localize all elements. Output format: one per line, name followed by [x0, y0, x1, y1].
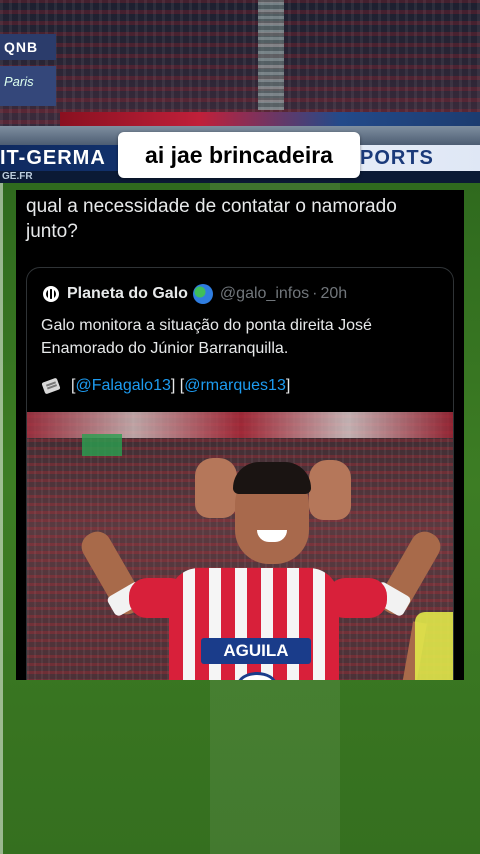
- tweet-reply-text: qual a necessidade de contatar o namorad…: [26, 196, 397, 242]
- author-avatar[interactable]: [41, 284, 61, 304]
- globe-icon: [192, 284, 213, 304]
- newspaper-icon: [41, 378, 63, 394]
- mention-link-falagalo13[interactable]: @Falagalo13: [75, 377, 170, 395]
- separator-dot: ·: [312, 285, 318, 302]
- tweet-timestamp[interactable]: 20h: [320, 285, 347, 303]
- referee-figure: [415, 612, 453, 680]
- jersey-sponsor: AGUILA: [201, 638, 311, 664]
- bracket-close-2: ]: [285, 377, 291, 394]
- sponsor-board-qnb: QNB: [0, 34, 56, 60]
- sponsor-board-paris: Paris: [0, 66, 56, 106]
- video-caption: ai jae brincadeira: [118, 132, 360, 178]
- quoted-tweet-body: Galo monitora a situação do ponta direit…: [41, 317, 372, 357]
- player-hair: [233, 462, 311, 494]
- pitchside-board-left-text: IT-GERMA: [0, 147, 106, 169]
- pitchside-sub-board-text: GE.FR: [2, 171, 33, 182]
- quoted-tweet-credits: [@Falagalo13] [@rmarques13]: [41, 377, 290, 395]
- player-right-hand: [309, 460, 351, 520]
- bracket-open-2: [: [175, 377, 185, 394]
- player-figure: AGUILA: [76, 438, 446, 680]
- stadium-stairs: [258, 0, 284, 110]
- author-name[interactable]: Planeta do Galo: [67, 285, 188, 303]
- tweet-photo[interactable]: AGUILA: [27, 412, 453, 680]
- quoted-tweet-header: Planeta do Galo @galo_infos · 20h: [41, 282, 347, 306]
- led-ad-strip: [60, 112, 480, 126]
- author-handle[interactable]: @galo_infos: [220, 285, 309, 303]
- quoted-tweet[interactable]: Planeta do Galo @galo_infos · 20h Galo m…: [26, 267, 454, 680]
- mention-link-rmarques13[interactable]: @rmarques13: [184, 377, 286, 395]
- pitchside-board-right-text: PORTS: [360, 147, 434, 169]
- tweet-card[interactable]: qual a necessidade de contatar o namorad…: [16, 190, 464, 680]
- touch-line: [0, 183, 3, 854]
- player-left-hand: [195, 458, 237, 518]
